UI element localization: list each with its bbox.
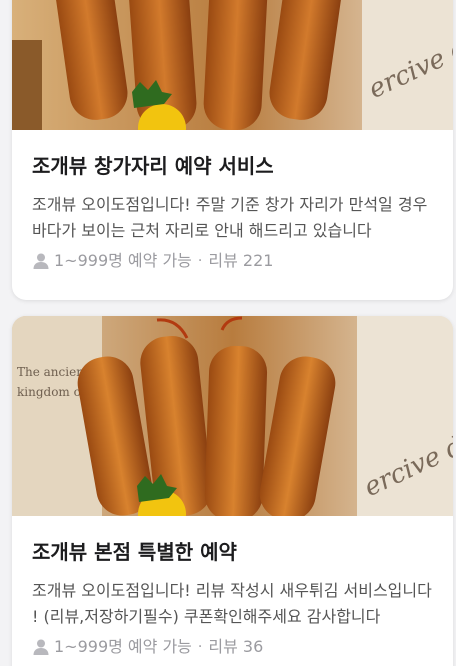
card-image[interactable]: ercive di <box>12 0 453 130</box>
person-icon <box>32 252 50 270</box>
svg-text:kingdom of: kingdom of <box>17 385 87 399</box>
capacity-text: 1~999명 예약 가능 <box>54 637 192 656</box>
review-count: 리뷰 36 <box>208 637 264 656</box>
review-count: 리뷰 221 <box>208 251 274 270</box>
reservation-card[interactable]: The ancient kingdom of ercive di 조개뷰 본점 … <box>12 316 453 666</box>
card-description: 조개뷰 오이도점입니다! 주말 기준 창가 자리가 만석일 경우 바다가 보이는… <box>32 195 428 240</box>
card-meta: 1~999명 예약 가능 · 리뷰 36 <box>32 634 433 660</box>
capacity-text: 1~999명 예약 가능 <box>54 251 192 270</box>
fried-shrimp-image: ercive di <box>12 0 453 130</box>
card-title[interactable]: 조개뷰 창가자리 예약 서비스 <box>32 152 433 180</box>
svg-text:The ancient: The ancient <box>17 365 89 379</box>
meta-separator: · <box>197 253 203 269</box>
card-description: 조개뷰 오이도점입니다! 리뷰 작성시 새우튀김 서비스입니다 ! (리뷰,저장… <box>32 581 432 626</box>
card-meta: 1~999명 예약 가능 · 리뷰 221 <box>32 248 433 274</box>
card-image[interactable]: The ancient kingdom of ercive di <box>12 316 453 516</box>
reservation-card[interactable]: ercive di 조개뷰 창가자리 예약 서비스 조개뷰 오이도점입니다! 주… <box>12 0 453 300</box>
fried-shrimp-image: The ancient kingdom of ercive di <box>12 316 453 516</box>
person-icon <box>32 638 50 656</box>
meta-separator: · <box>197 639 203 655</box>
card-title[interactable]: 조개뷰 본점 특별한 예약 <box>32 538 433 566</box>
